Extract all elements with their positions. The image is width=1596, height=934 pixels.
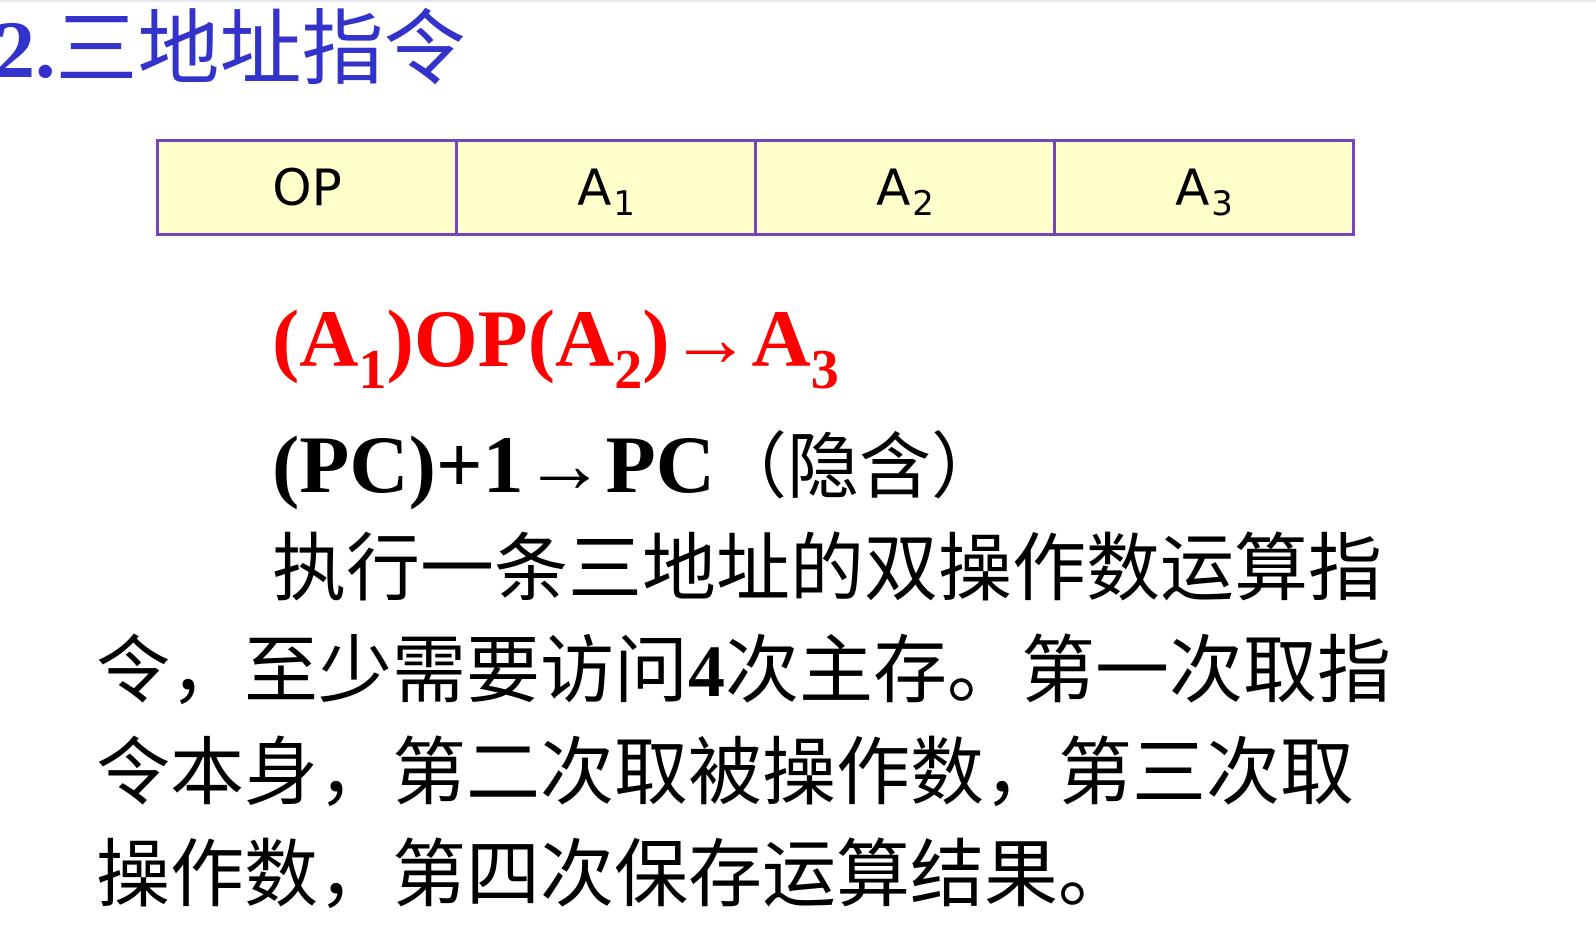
instruction-format-table: OP A1 A2 A3 [156, 139, 1355, 236]
description-line-1: 执行一条三地址的双操作数运算指 [272, 526, 1382, 612]
pc-note: （隐含） [714, 425, 1003, 509]
description-line-3: 令本身，第二次取被操作数，第三次取 [96, 730, 1354, 816]
section-number: 2. [0, 4, 56, 95]
pc-increment-equation: (PC)+1→PC（隐含） [272, 408, 1003, 513]
description-line-2: 令，至少需要访问4次主存。第一次取指 [96, 628, 1391, 714]
field-a2: A2 [757, 142, 1056, 233]
operation-equation: (A1)OP(A2)→A3 [272, 293, 839, 401]
field-a3: A3 [1175, 158, 1233, 224]
section-title: 2.三地址指令 [0, 2, 466, 98]
field-a1: A1 [458, 142, 757, 233]
field-op: OP [159, 142, 458, 233]
section-title-text: 三地址指令 [55, 2, 466, 97]
description-line-4: 操作数，第四次保存运算结果。 [96, 832, 1132, 918]
pc-formula: (PC)+1→PC [272, 419, 715, 510]
